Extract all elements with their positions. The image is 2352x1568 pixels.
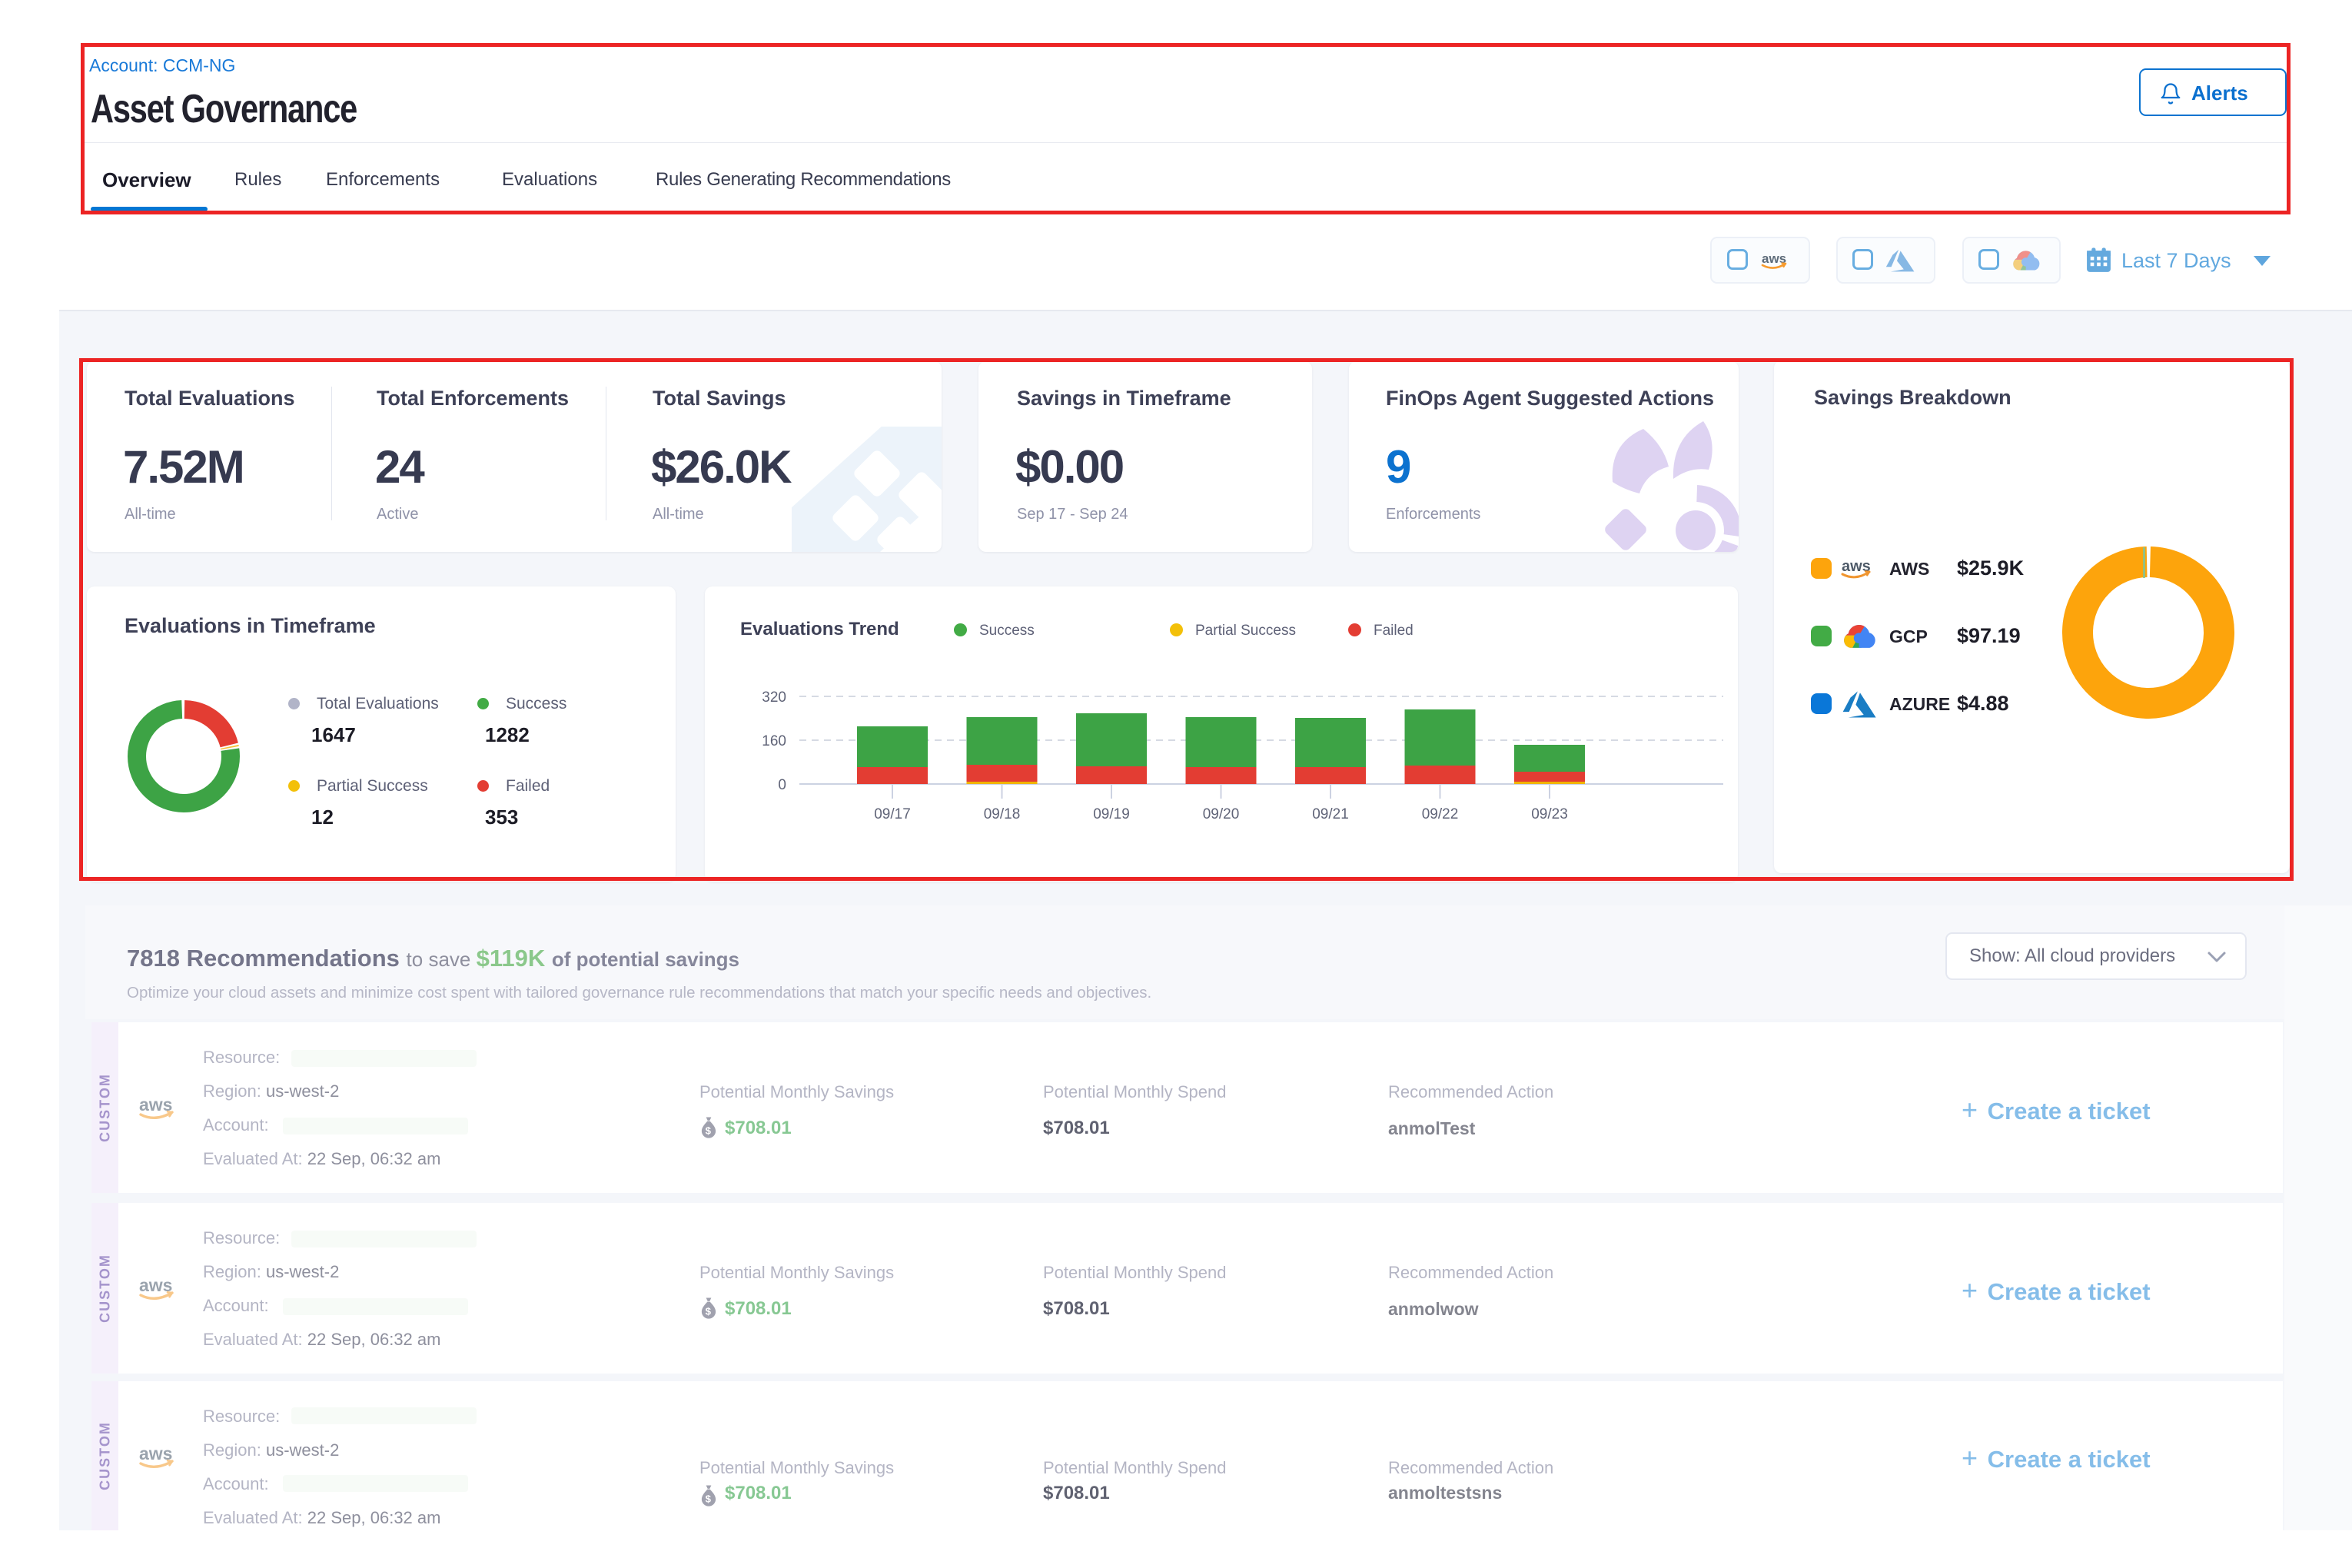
- svg-text:$: $: [706, 1306, 712, 1317]
- svg-text:$: $: [706, 1125, 712, 1137]
- svg-text:$: $: [706, 1493, 712, 1505]
